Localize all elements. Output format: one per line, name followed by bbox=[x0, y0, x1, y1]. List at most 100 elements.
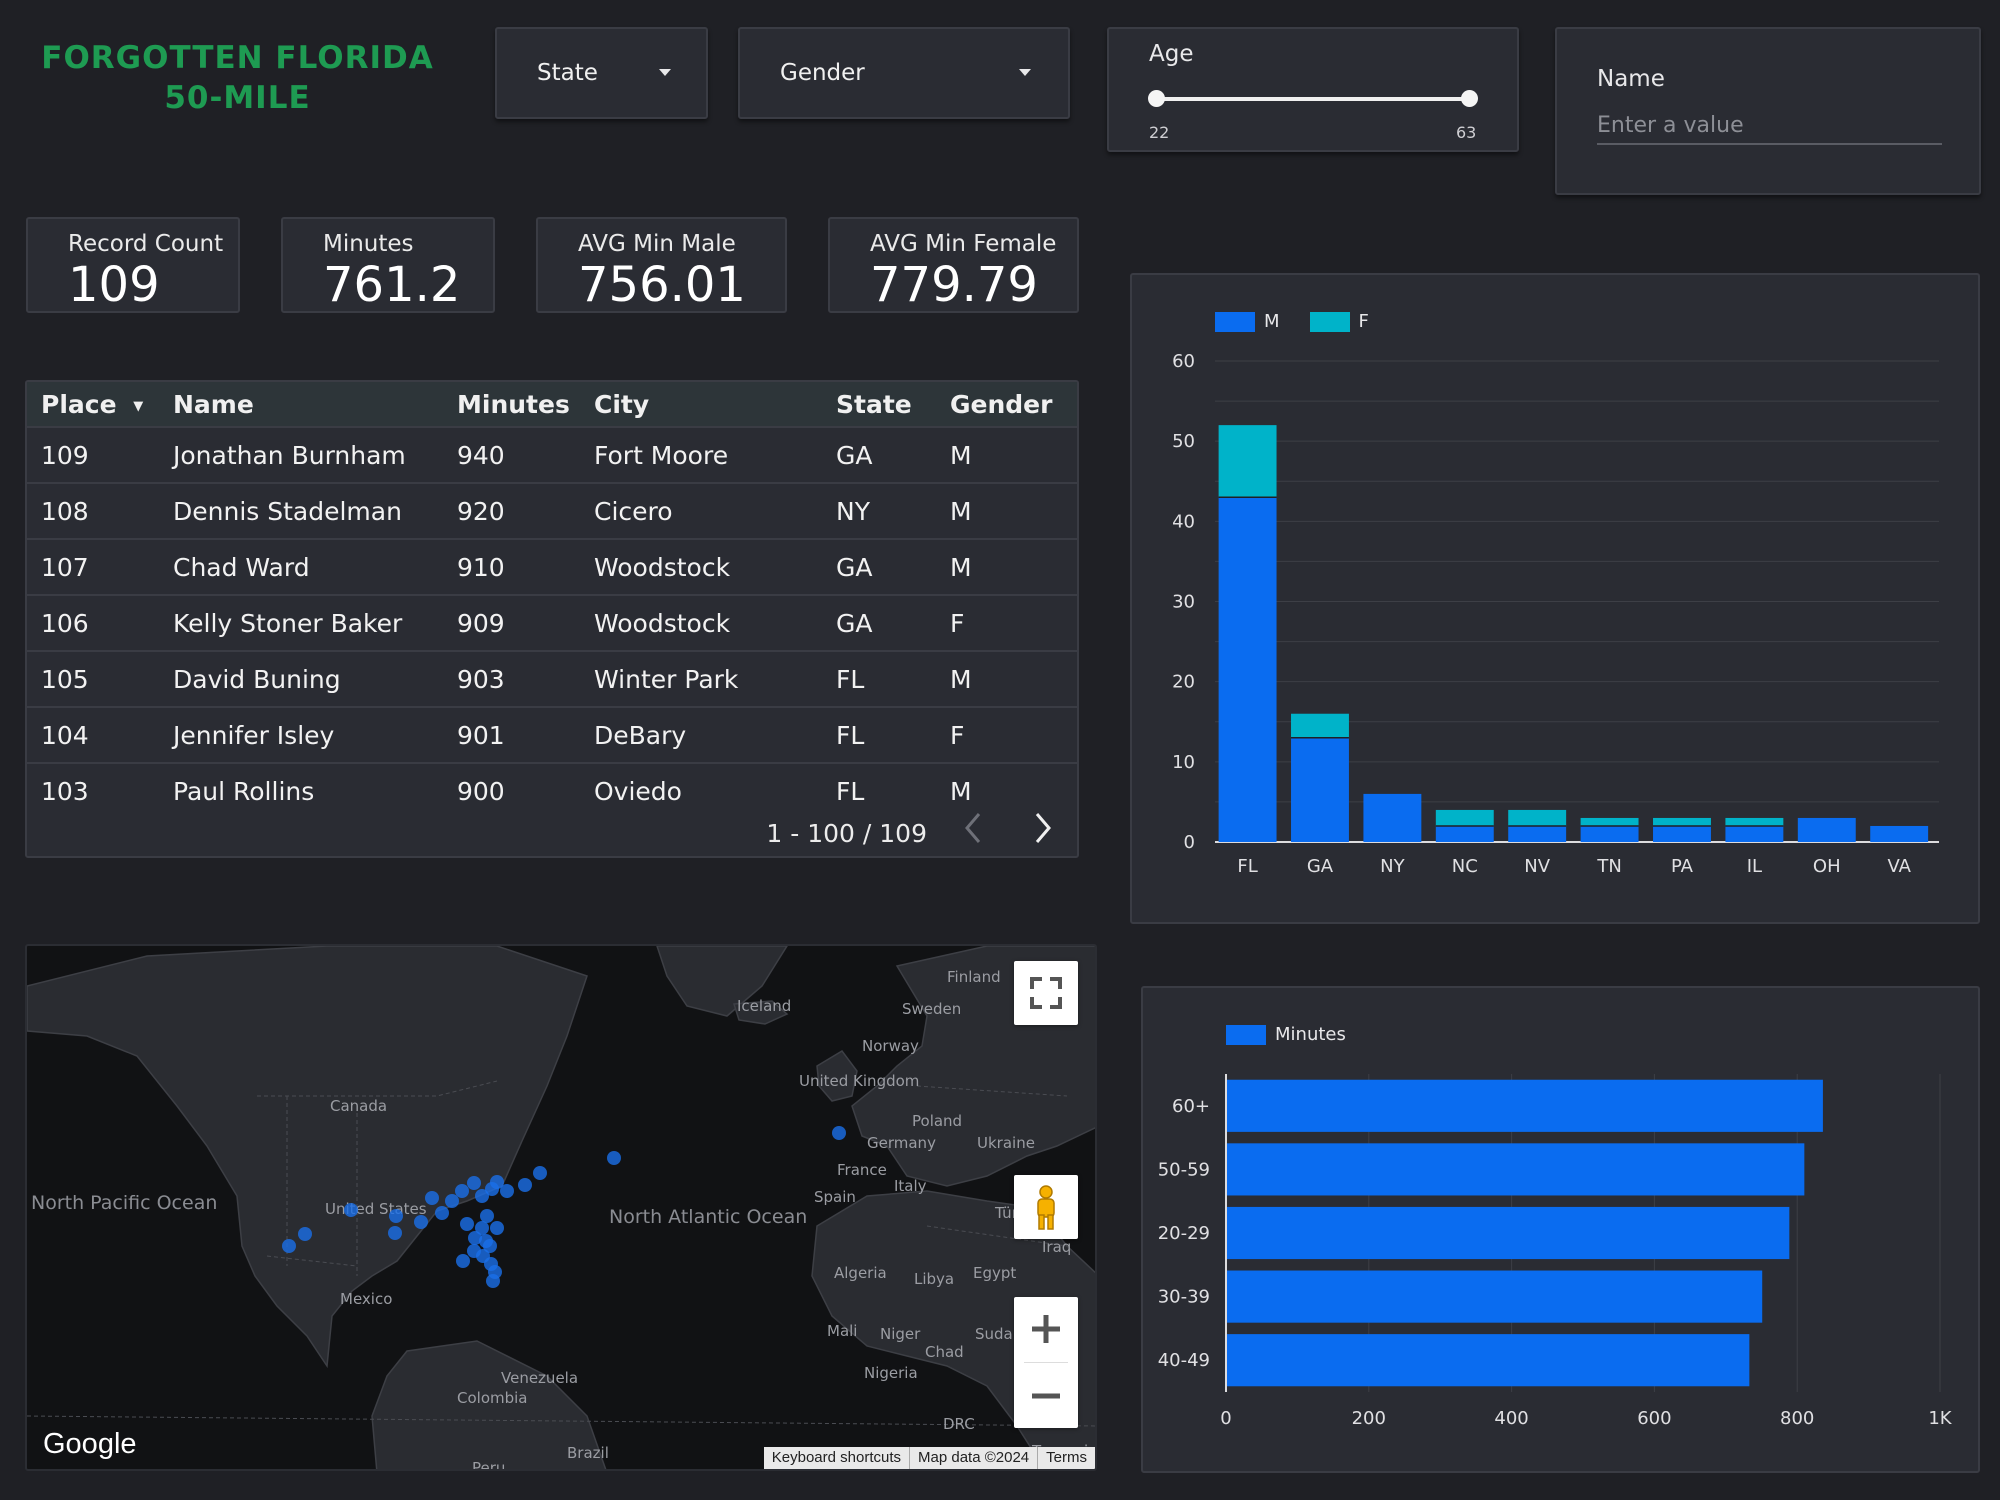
map-label-drc: DRC bbox=[943, 1415, 975, 1433]
world-map[interactable]: Canada United States Mexico North Pacifi… bbox=[27, 946, 1097, 1471]
map-label-niger: Niger bbox=[880, 1325, 921, 1343]
gender-dropdown-label: Gender bbox=[780, 60, 865, 86]
column-header-city[interactable]: City bbox=[594, 382, 836, 427]
bar-age-40-49[interactable] bbox=[1227, 1334, 1750, 1387]
name-input[interactable] bbox=[1597, 107, 1942, 145]
column-header-minutes[interactable]: Minutes bbox=[457, 382, 594, 427]
bar-age-60plus[interactable] bbox=[1227, 1079, 1823, 1132]
x-tick-label: 600 bbox=[1637, 1408, 1671, 1429]
next-page-icon[interactable] bbox=[1027, 808, 1059, 848]
map-label-north-atlantic-ocean: North Atlantic Ocean bbox=[609, 1206, 807, 1228]
bar-age-20-29[interactable] bbox=[1227, 1206, 1790, 1260]
age-slider-label: Age bbox=[1149, 41, 1194, 67]
map-data-attribution: Map data ©2024 bbox=[910, 1447, 1039, 1469]
cell-place: 105 bbox=[27, 650, 173, 707]
map-label-united-kingdom: United Kingdom bbox=[799, 1072, 919, 1090]
bar-il-f[interactable] bbox=[1725, 817, 1784, 826]
chevron-down-icon bbox=[659, 69, 671, 76]
bar-il-m[interactable] bbox=[1725, 825, 1784, 842]
age-slider-min-handle[interactable] bbox=[1148, 90, 1165, 107]
column-header-name[interactable]: Name bbox=[173, 382, 457, 427]
table-row: 106 Kelly Stoner Baker 909 Woodstock GA … bbox=[27, 594, 1077, 651]
cell-place: 108 bbox=[27, 482, 173, 539]
cell-state: GA bbox=[836, 594, 950, 651]
state-dropdown[interactable]: State bbox=[495, 27, 708, 119]
x-tick-label: FL bbox=[1237, 856, 1257, 877]
column-header-state[interactable]: State bbox=[836, 382, 950, 427]
cell-minutes: 920 bbox=[457, 482, 594, 539]
title-line-2: 50-MILE bbox=[164, 80, 311, 116]
map-label-germany: Germany bbox=[867, 1134, 936, 1152]
y-tick-label: 60+ bbox=[1172, 1096, 1210, 1117]
cell-city: Woodstock bbox=[594, 538, 836, 595]
y-tick-label: 30 bbox=[1172, 592, 1195, 613]
keyboard-shortcuts-link[interactable]: Keyboard shortcuts bbox=[764, 1447, 911, 1469]
cell-state: GA bbox=[836, 538, 950, 595]
kpi-minutes: Minutes 761.2 bbox=[281, 217, 495, 313]
bar-fl-f[interactable] bbox=[1218, 425, 1277, 498]
y-tick-label: 50-59 bbox=[1158, 1159, 1210, 1180]
bar-nc-f[interactable] bbox=[1435, 809, 1494, 826]
x-tick-label: 200 bbox=[1352, 1408, 1386, 1429]
kpi-value: 779.79 bbox=[870, 257, 1038, 313]
terms-link[interactable]: Terms bbox=[1038, 1447, 1095, 1469]
name-filter: Name bbox=[1555, 27, 1981, 195]
bar-va-m[interactable] bbox=[1870, 825, 1929, 842]
map-label-sweden: Sweden bbox=[902, 1000, 961, 1018]
bar-nv-m[interactable] bbox=[1508, 825, 1567, 842]
cell-name: Dennis Stadelman bbox=[173, 482, 457, 539]
bar-pa-f[interactable] bbox=[1653, 817, 1711, 826]
map-label-algeria: Algeria bbox=[834, 1264, 887, 1282]
y-tick-label: 40 bbox=[1172, 511, 1195, 532]
bar-age-50-59[interactable] bbox=[1227, 1143, 1805, 1196]
cell-name: Chad Ward bbox=[173, 538, 457, 595]
map-label-italy: Italy bbox=[894, 1177, 927, 1195]
age-max-value: 63 bbox=[1456, 123, 1477, 142]
bar-tn-m[interactable] bbox=[1580, 825, 1639, 842]
kpi-value: 761.2 bbox=[323, 257, 461, 313]
x-tick-label: NY bbox=[1380, 856, 1405, 877]
map-label-libya: Libya bbox=[914, 1270, 954, 1288]
table-row: 105 David Buning 903 Winter Park FL M bbox=[27, 650, 1077, 707]
zoom-in-icon[interactable] bbox=[1014, 1297, 1078, 1361]
map-panel[interactable]: Canada United States Mexico North Pacifi… bbox=[25, 944, 1097, 1471]
column-header-place[interactable]: Place ▼ bbox=[27, 382, 173, 427]
bar-nv-f[interactable] bbox=[1508, 809, 1567, 826]
bar-ga-f[interactable] bbox=[1291, 713, 1349, 738]
map-label-united-states: United States bbox=[325, 1200, 427, 1218]
cell-gender: F bbox=[950, 594, 1077, 651]
zoom-out-icon[interactable] bbox=[1014, 1364, 1078, 1428]
y-tick-label: 20-29 bbox=[1158, 1223, 1210, 1244]
map-label-north-pacific-ocean: North Pacific Ocean bbox=[31, 1192, 217, 1214]
bar-ny-m[interactable] bbox=[1363, 793, 1422, 842]
x-tick-label: NV bbox=[1524, 856, 1550, 877]
x-tick-label: 0 bbox=[1220, 1408, 1231, 1429]
map-label-france: France bbox=[837, 1161, 887, 1179]
map-label-nigeria: Nigeria bbox=[864, 1364, 918, 1382]
bar-fl-m[interactable] bbox=[1218, 497, 1277, 842]
bar-oh-m[interactable] bbox=[1797, 817, 1856, 842]
previous-page-icon[interactable] bbox=[957, 808, 989, 848]
cell-state: FL bbox=[836, 762, 950, 818]
bar-ga-m[interactable] bbox=[1291, 737, 1349, 842]
map-label-finland: Finland bbox=[947, 968, 1001, 986]
age-slider-max-handle[interactable] bbox=[1461, 90, 1478, 107]
bar-age-30-39[interactable] bbox=[1227, 1270, 1763, 1323]
table-row: 107 Chad Ward 910 Woodstock GA M bbox=[27, 538, 1077, 595]
cell-city: Winter Park bbox=[594, 650, 836, 707]
bar-pa-m[interactable] bbox=[1653, 825, 1711, 842]
fullscreen-button[interactable] bbox=[1014, 961, 1078, 1025]
gender-dropdown[interactable]: Gender bbox=[738, 27, 1070, 119]
bar-nc-m[interactable] bbox=[1435, 825, 1494, 842]
cell-name: David Buning bbox=[173, 650, 457, 707]
kpi-label: AVG Min Male bbox=[578, 231, 736, 257]
dashboard-title: FORGOTTEN FLORIDA 50-MILE bbox=[40, 38, 435, 118]
cell-gender: F bbox=[950, 706, 1077, 763]
map-label-mexico: Mexico bbox=[340, 1290, 392, 1308]
x-tick-label: OH bbox=[1813, 856, 1841, 877]
street-view-button[interactable] bbox=[1014, 1175, 1078, 1239]
bar-tn-f[interactable] bbox=[1580, 817, 1639, 826]
age-min-value: 22 bbox=[1149, 123, 1170, 142]
age-slider-track[interactable] bbox=[1157, 97, 1469, 101]
column-header-gender[interactable]: Gender bbox=[950, 382, 1077, 427]
